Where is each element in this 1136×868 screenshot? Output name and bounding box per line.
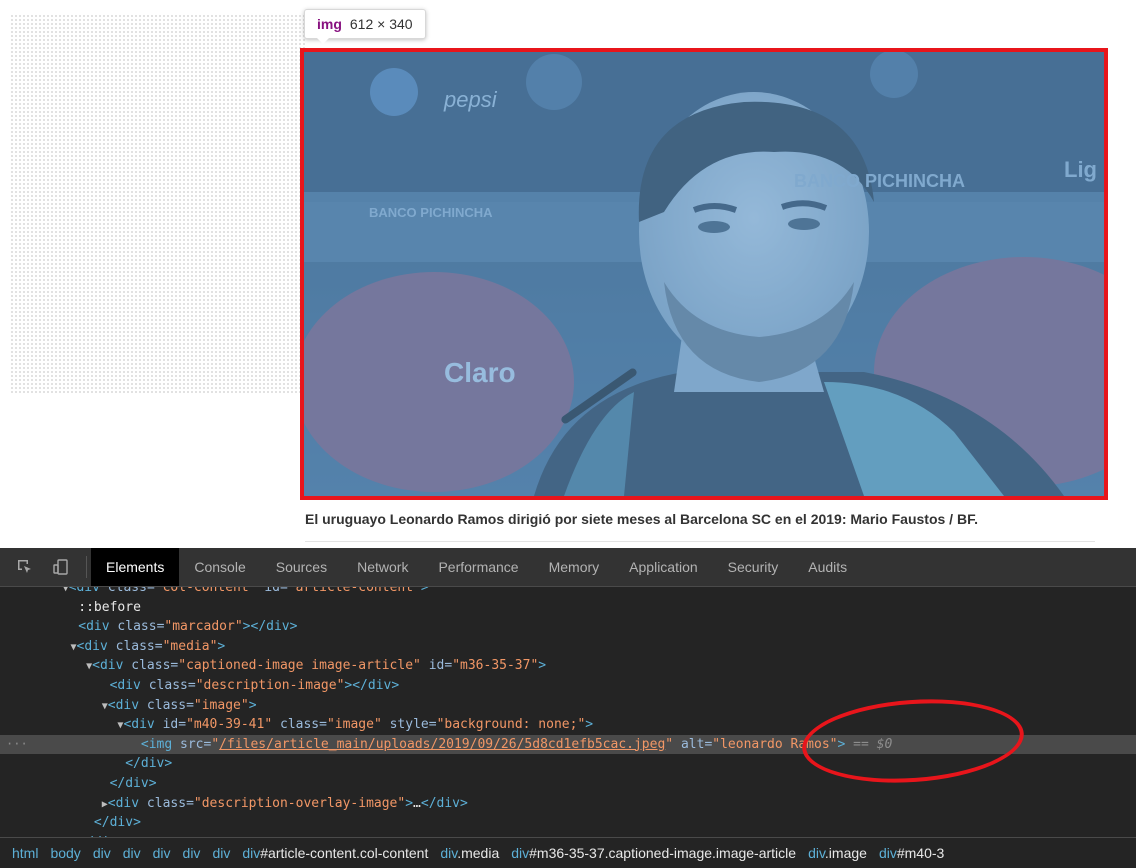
dom-node-description-image[interactable]: <div class="description-image"></div>	[0, 676, 1136, 696]
dom-node-close-div[interactable]: </div>	[0, 774, 1136, 794]
tab-elements[interactable]: Elements	[91, 548, 180, 586]
dom-node-article-content[interactable]: ▼<div class="col-content" id="article-co…	[0, 587, 1136, 598]
inspect-tooltip: img 612 × 340	[304, 9, 426, 39]
breadcrumb-item[interactable]: div	[93, 845, 111, 861]
dom-node-close-div[interactable]: </div>	[0, 754, 1136, 774]
dom-node-marcador[interactable]: <div class="marcador"></div>	[0, 617, 1136, 637]
devtools-tabbar: Elements Console Sources Network Perform…	[0, 548, 1136, 587]
sponsor-claro: Claro	[444, 357, 516, 388]
layout-grid-overlay	[10, 14, 305, 394]
dom-node-close-div[interactable]: </div>	[0, 813, 1136, 833]
tab-memory[interactable]: Memory	[534, 548, 615, 586]
tab-console[interactable]: Console	[179, 548, 260, 586]
img-src-link[interactable]: /files/article_main/uploads/2019/09/26/5…	[219, 737, 665, 752]
devtools-panel: Elements Console Sources Network Perform…	[0, 548, 1136, 868]
tab-performance[interactable]: Performance	[423, 548, 533, 586]
breadcrumb-item[interactable]: body	[50, 845, 80, 861]
breadcrumb-item-m40[interactable]: div#m40-3	[879, 845, 944, 861]
tooltip-size: 612 × 340	[349, 16, 413, 32]
tab-security[interactable]: Security	[713, 548, 794, 586]
breadcrumb-item[interactable]: div	[123, 845, 141, 861]
sponsor-lig: Lig	[1064, 157, 1097, 182]
tab-application[interactable]: Application	[614, 548, 713, 586]
tab-audits[interactable]: Audits	[793, 548, 862, 586]
sponsor-pepsi: pepsi	[443, 87, 498, 112]
dom-node-image[interactable]: ▼<div class="image">	[0, 696, 1136, 716]
coach-photo: pepsi BANCO PICHINCHA BANCO PICHINCHA Cl…	[304, 52, 1104, 496]
inspect-element-icon[interactable]	[14, 556, 36, 578]
sponsor-banco-right: BANCO PICHINCHA	[794, 171, 965, 191]
device-toggle-icon[interactable]	[50, 556, 72, 578]
dom-node-before[interactable]: ::before	[0, 598, 1136, 618]
breadcrumb: html body div div div div div div#articl…	[0, 837, 1136, 868]
article-image[interactable]: pepsi BANCO PICHINCHA BANCO PICHINCHA Cl…	[300, 48, 1108, 500]
node-actions-ellipsis[interactable]: ···	[6, 735, 28, 755]
sponsor-banco-left: BANCO PICHINCHA	[369, 205, 493, 220]
breadcrumb-item-article-content[interactable]: div#article-content.col-content	[242, 845, 428, 861]
breadcrumb-item-media[interactable]: div.media	[440, 845, 499, 861]
tooltip-arrow	[316, 37, 330, 44]
tab-network[interactable]: Network	[342, 548, 423, 586]
breadcrumb-item-image[interactable]: div.image	[808, 845, 867, 861]
caption-divider	[305, 541, 1095, 542]
web-page: img 612 × 340 pepsi BANCO PICHINCHA BANC…	[0, 0, 1136, 548]
tooltip-tag: img	[317, 16, 342, 32]
dom-node-description-overlay[interactable]: ▶<div class="description-overlay-image">…	[0, 794, 1136, 814]
dom-node-img-selected[interactable]: ··· <img src="/files/article_main/upload…	[0, 734, 1136, 755]
dom-node-media[interactable]: ▼<div class="media">	[0, 637, 1136, 657]
dom-node-image-inner[interactable]: ▼<div id="m40-39-41" class="image" style…	[0, 715, 1136, 735]
breadcrumb-item[interactable]: div	[212, 845, 230, 861]
dom-node-captioned-image[interactable]: ▼<div class="captioned-image image-artic…	[0, 656, 1136, 676]
breadcrumb-item[interactable]: div	[153, 845, 171, 861]
breadcrumb-item-captioned-image[interactable]: div#m36-35-37.captioned-image.image-arti…	[511, 845, 796, 861]
breadcrumb-item[interactable]: html	[12, 845, 38, 861]
toolbar-separator	[86, 556, 87, 578]
breadcrumb-item[interactable]: div	[183, 845, 201, 861]
dom-tree[interactable]: ▼<div class="col-content" id="article-co…	[0, 587, 1136, 837]
tab-sources[interactable]: Sources	[261, 548, 342, 586]
image-caption: El uruguayo Leonardo Ramos dirigió por s…	[305, 511, 978, 527]
